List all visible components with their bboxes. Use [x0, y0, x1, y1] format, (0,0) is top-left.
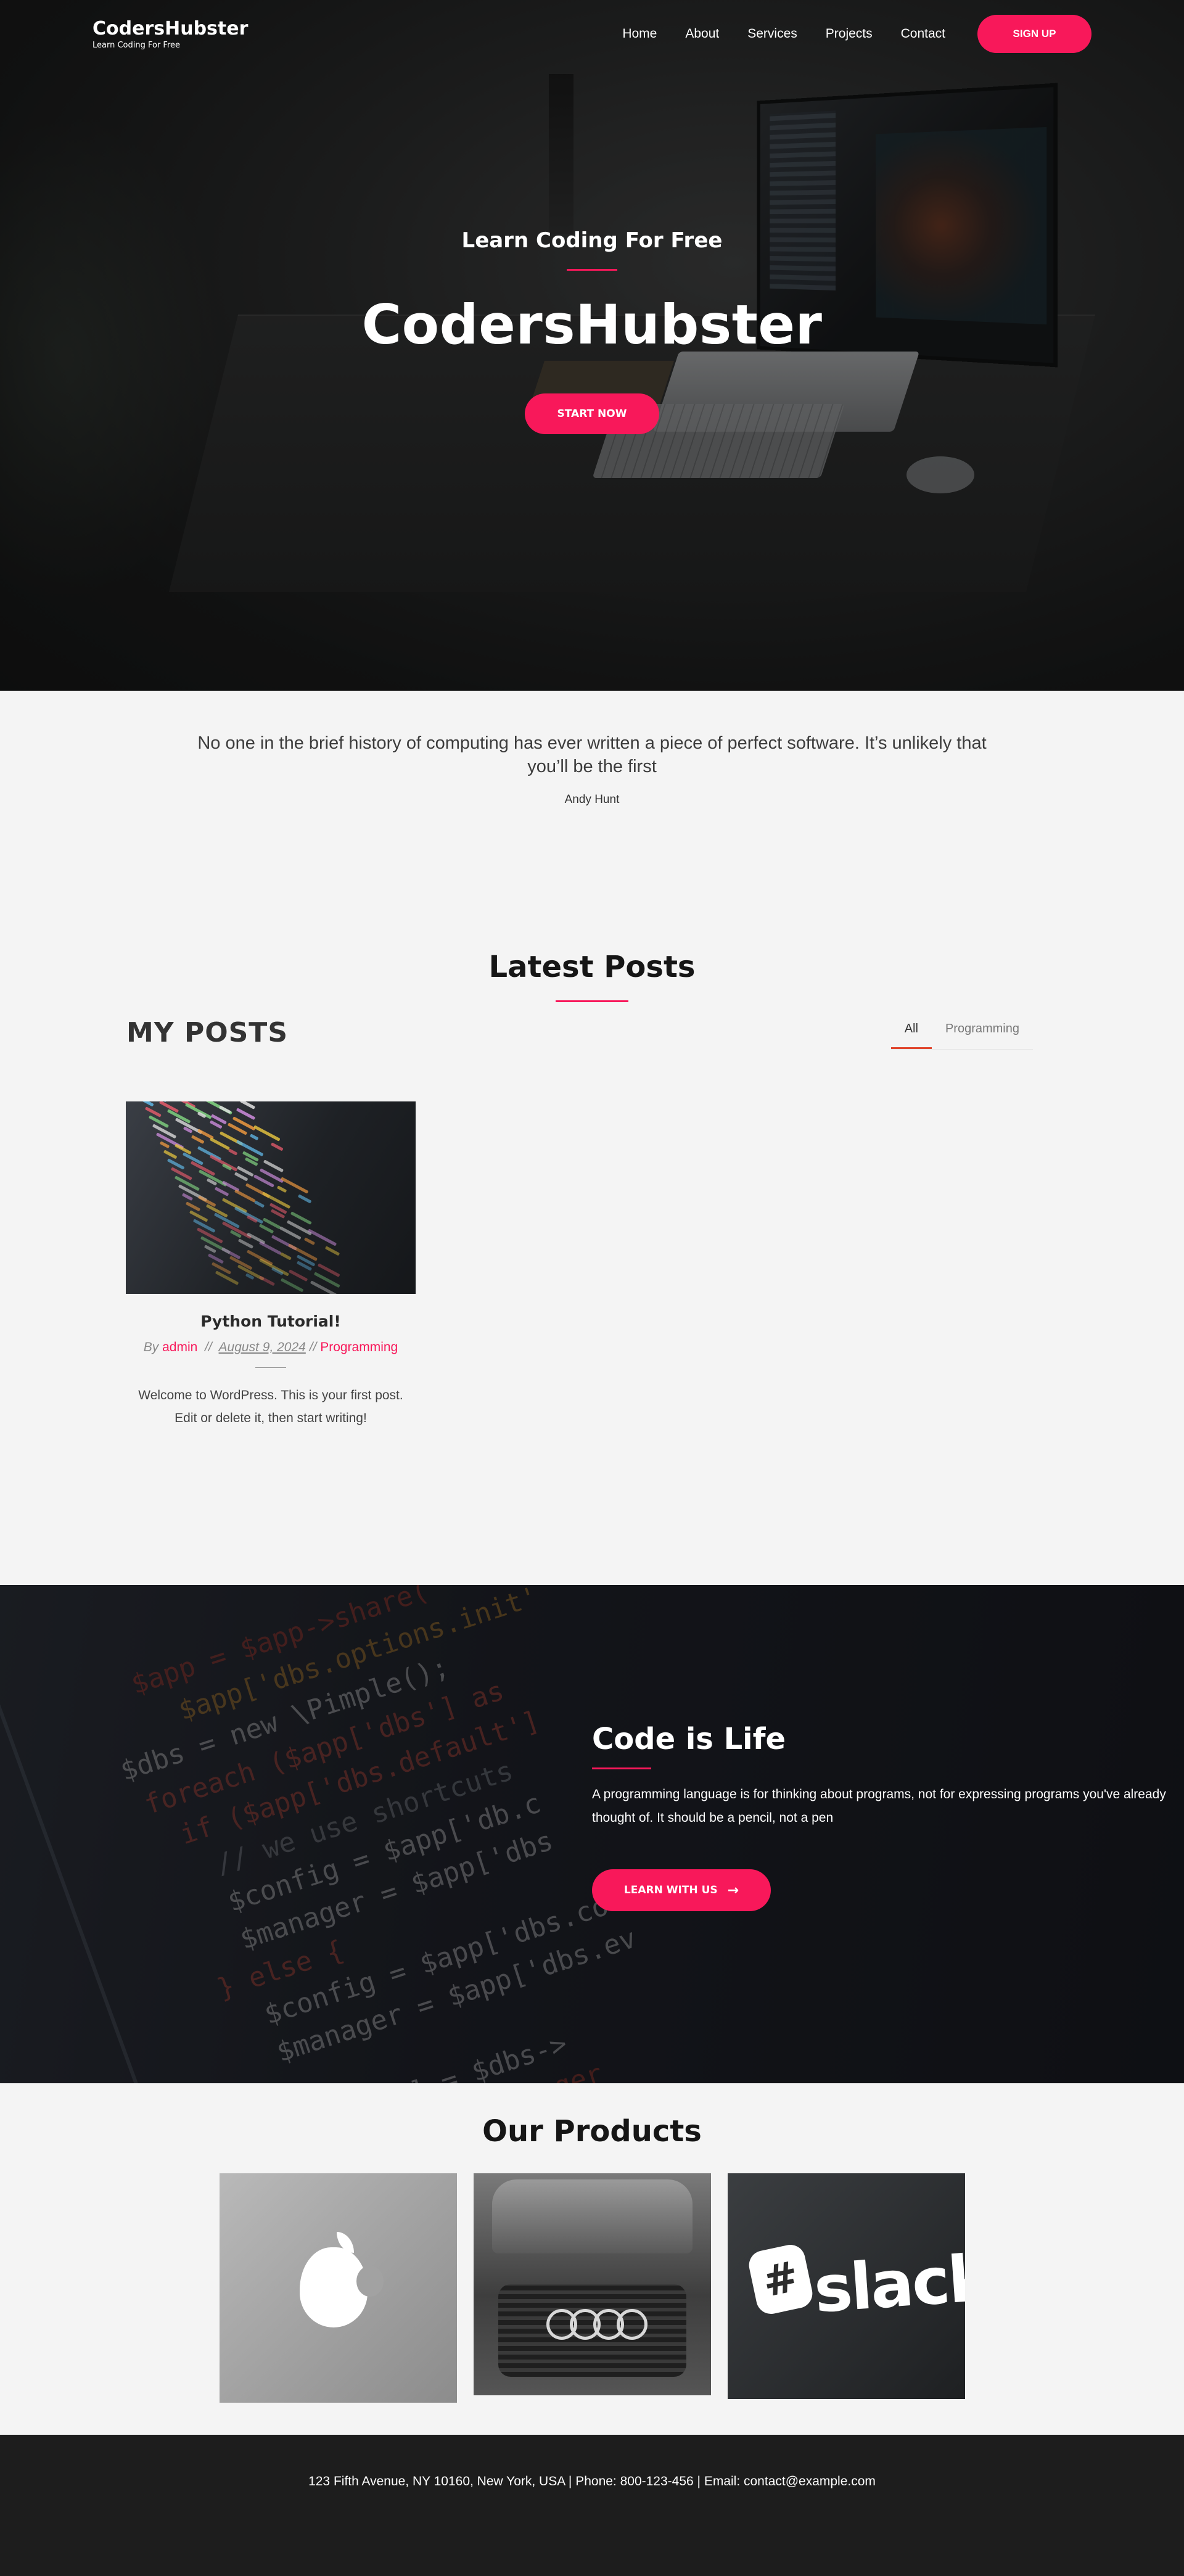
cta-title: Code is Life: [592, 1722, 786, 1756]
cta-content: Code is Life A programming language is f…: [592, 1722, 1184, 1911]
code-line-decoration: [258, 1275, 276, 1286]
hero-content: Learn Coding For Free CodersHubster STAR…: [0, 228, 1184, 434]
nav-about-link[interactable]: About: [685, 27, 719, 41]
nav-projects-link[interactable]: Projects: [826, 27, 873, 41]
code-line-decoration: [276, 1185, 287, 1193]
cta-divider: [592, 1767, 651, 1769]
post-by-label: By: [143, 1340, 159, 1354]
car-windshield: [491, 2179, 693, 2253]
code-line-decoration: [237, 1238, 254, 1249]
learn-with-us-button[interactable]: LEARN WITH US →: [592, 1869, 771, 1911]
main-nav: Home About Services Projects Contact SIG…: [622, 15, 1092, 53]
hero-divider: [567, 269, 617, 271]
code-line-decoration: [236, 1108, 256, 1121]
code-line-decoration: [280, 1278, 304, 1293]
nav-home-link[interactable]: Home: [622, 27, 657, 41]
post-divider: [255, 1367, 286, 1368]
code-is-life-section: $app = $app->share( $app['dbs.options.in…: [0, 1585, 1184, 2083]
code-line-decoration: [258, 1241, 282, 1256]
product-gallery: # slack: [0, 2173, 1184, 2403]
code-line-decoration: [163, 1150, 178, 1159]
nav-services-link[interactable]: Services: [747, 27, 797, 41]
cta-text: A programming language is for thinking a…: [592, 1787, 1166, 1825]
code-line-decoration: [270, 1142, 284, 1151]
site-logo[interactable]: CodersHubster Learn Coding For Free: [92, 18, 248, 50]
filter-tab-all[interactable]: All: [890, 1017, 932, 1049]
post-title-link[interactable]: Python Tutorial!: [126, 1312, 416, 1330]
product-audi-car-image[interactable]: [473, 2173, 711, 2395]
post-excerpt: Welcome to WordPress. This is your first…: [138, 1388, 403, 1425]
code-line-decoration: [228, 1148, 238, 1156]
post-category-link[interactable]: Programming: [320, 1340, 398, 1354]
footer-contact-info: 123 Fifth Avenue, NY 10160, New York, US…: [308, 2474, 876, 2488]
code-line-decoration: [239, 1101, 256, 1109]
code-line-decoration: [288, 1269, 308, 1282]
code-line-decoration: [303, 1237, 316, 1246]
my-posts-heading: MY POSTS: [126, 1017, 289, 1048]
post-author-link[interactable]: admin: [162, 1340, 197, 1354]
code-line-decoration: [184, 1103, 212, 1119]
post-card: Python Tutorial! By admin // August 9, 2…: [126, 1101, 416, 1430]
arrow-right-icon: →: [727, 1882, 739, 1898]
post-meta: By admin // August 9, 2024 // Programmin…: [126, 1340, 416, 1355]
quote-author: Andy Hunt: [564, 793, 620, 806]
code-line-decoration: [144, 1106, 162, 1117]
code-line-decoration: [189, 1210, 208, 1222]
post-meta-separator: //: [204, 1340, 212, 1354]
learn-with-us-label: LEARN WITH US: [623, 1884, 718, 1896]
code-line-decoration: [166, 1158, 185, 1170]
code-line-decoration: [279, 1252, 292, 1261]
site-name: CodersHubster: [92, 18, 249, 39]
quote-section: No one in the brief history of computing…: [0, 691, 1184, 870]
product-slack-image[interactable]: # slack: [727, 2173, 965, 2399]
post-date-link[interactable]: August 9, 2024: [219, 1340, 306, 1354]
latest-posts-title: Latest Posts: [488, 950, 696, 984]
code-line-decoration: [234, 1189, 256, 1203]
code-line-decoration: [191, 1135, 205, 1145]
code-line-decoration: [207, 1253, 224, 1264]
post-meta-separator: //: [309, 1340, 317, 1354]
slack-hash-icon: #: [746, 2242, 815, 2317]
latest-posts-section: Latest Posts MY POSTS All Programming Py…: [0, 870, 1184, 1585]
filter-tab-programming[interactable]: Programming: [932, 1017, 1033, 1049]
code-line-decoration: [185, 1201, 201, 1212]
apple-logo-bite: [356, 2266, 384, 2297]
nav-contact-link[interactable]: Contact: [901, 27, 945, 41]
post-filter-tabs: All Programming: [890, 1017, 1033, 1050]
code-line-decoration: [209, 1137, 231, 1151]
code-line-decoration: [214, 1187, 229, 1196]
code-line-decoration: [297, 1194, 312, 1204]
product-apple-image[interactable]: [219, 2173, 457, 2403]
start-now-button[interactable]: START NOW: [525, 393, 659, 434]
quote-text: No one in the brief history of computing…: [197, 733, 987, 776]
code-line-decoration: [253, 1200, 265, 1208]
code-line-decoration: [141, 1101, 154, 1107]
products-title: Our Products: [482, 2114, 702, 2149]
code-line-decoration: [324, 1246, 340, 1256]
products-section: Our Products # slack: [0, 2083, 1184, 2435]
post-thumbnail-code-image[interactable]: [126, 1101, 416, 1294]
site-tagline: Learn Coding For Free: [92, 41, 181, 50]
slack-logo-wordmark: slack: [811, 2240, 965, 2327]
code-line-decoration: [249, 1134, 259, 1141]
code-line-decoration: [159, 1141, 170, 1149]
top-navbar: CodersHubster Learn Coding For Free Home…: [0, 0, 1184, 68]
audi-rings-icon: [546, 2309, 648, 2340]
site-footer: 123 Fifth Avenue, NY 10160, New York, US…: [0, 2435, 1184, 2576]
hero-section: CodersHubster Learn Coding For Free Home…: [0, 0, 1184, 691]
latest-posts-divider: [556, 1000, 628, 1002]
code-line-decoration: [218, 1105, 231, 1114]
hero-subtitle: Learn Coding For Free: [461, 228, 723, 253]
hero-title: CodersHubster: [361, 293, 823, 356]
posts-header: MY POSTS All Programming: [126, 1017, 1058, 1050]
signup-button[interactable]: SIGN UP: [977, 15, 1092, 53]
